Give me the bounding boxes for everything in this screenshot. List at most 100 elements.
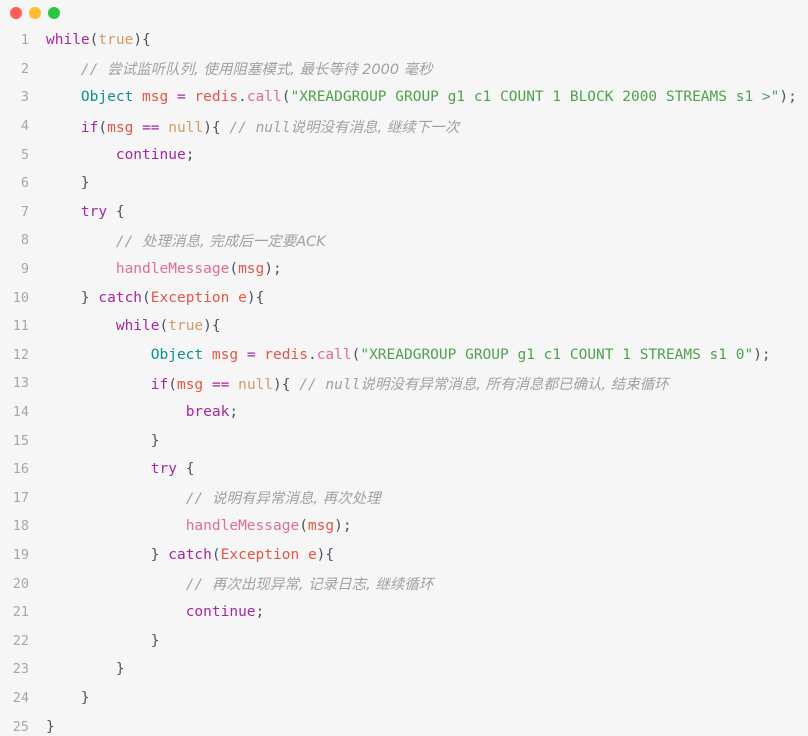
line-number: 8: [20, 232, 29, 249]
line-number: 5: [20, 146, 29, 163]
line-number: 17: [12, 489, 29, 506]
token-pn: [177, 461, 186, 477]
code-line-content[interactable]: // 尝试监听队列, 使用阻塞模式, 最长等待 2000 毫秒: [40, 55, 808, 84]
token-kw: while: [46, 32, 90, 49]
token-pn: }: [150, 432, 160, 449]
close-button-icon[interactable]: [10, 7, 22, 19]
token-pn: .: [307, 346, 317, 363]
token-fn: call: [246, 89, 282, 106]
code-line-content[interactable]: while(true){: [40, 26, 808, 55]
token-cmt: // null: [299, 376, 361, 393]
token-op: ==: [211, 376, 230, 393]
code-line: 12 Object msg = redis.call("XREADGROUP G…: [0, 341, 808, 370]
token-pn: }: [80, 289, 90, 306]
token-cmt-cn: 处理消息, 完成后一定要ACK: [142, 233, 326, 250]
minimize-button-icon[interactable]: [29, 7, 41, 19]
code-line: 15 }: [0, 426, 808, 455]
token-pn: .: [238, 89, 247, 106]
token-pn: [133, 120, 142, 136]
code-line: 11 while(true){: [0, 312, 808, 341]
token-var: redis: [194, 89, 239, 106]
token-cmt-cn: 说明没有异常消息, 所有消息都已确认, 结束循环: [360, 376, 669, 393]
token-pn: [229, 290, 238, 306]
code-line-content[interactable]: } catch(Exception e){: [40, 283, 808, 312]
token-var: msg: [211, 346, 239, 363]
token-kw: continue: [115, 146, 186, 163]
code-line-content[interactable]: Object msg = redis.call("XREADGROUP GROU…: [40, 341, 808, 370]
code-line-content[interactable]: // 处理消息, 完成后一定要ACK: [40, 226, 808, 255]
token-pn: [160, 120, 169, 136]
code-line: 9 handleMessage(msg);: [0, 255, 808, 284]
token-pn: [203, 347, 212, 363]
token-pn: {: [325, 546, 335, 563]
token-pn: [256, 347, 265, 363]
token-pn: ;: [761, 346, 771, 363]
code-line-content[interactable]: handleMessage(msg);: [40, 255, 808, 284]
code-line-content[interactable]: } catch(Exception e){: [40, 541, 808, 570]
code-line-content[interactable]: try {: [40, 455, 808, 484]
code-line-content[interactable]: while(true){: [40, 312, 808, 341]
line-number: 23: [12, 661, 29, 678]
line-number: 20: [12, 575, 29, 592]
code-line-content[interactable]: }: [40, 712, 808, 736]
token-pn: [160, 547, 169, 563]
token-kw: while: [115, 318, 160, 335]
code-line: 17 // 说明有异常消息, 再次处理: [0, 484, 808, 513]
token-pn: ;: [342, 518, 352, 535]
maximize-button-icon[interactable]: [48, 7, 60, 19]
code-line-content[interactable]: break;: [40, 398, 808, 427]
line-number: 7: [20, 203, 29, 220]
token-var: msg: [238, 261, 265, 278]
token-var: msg: [176, 376, 204, 393]
token-pn: ;: [788, 89, 797, 106]
code-line-content[interactable]: }: [40, 655, 808, 684]
token-pn: (: [159, 318, 169, 335]
token-pn: ;: [255, 604, 265, 621]
token-pn: ): [334, 518, 343, 535]
code-line: 16 try {: [0, 455, 808, 484]
token-op: =: [246, 346, 256, 363]
code-line-content[interactable]: }: [40, 684, 808, 713]
code-editor[interactable]: 1 while(true){2 // 尝试监听队列, 使用阻塞模式, 最长等待 2…: [0, 26, 808, 736]
line-number: 18: [12, 518, 29, 535]
token-var: e: [307, 546, 317, 563]
code-line-content[interactable]: }: [40, 169, 808, 198]
token-kw: if: [80, 119, 99, 136]
token-pn: ): [264, 261, 274, 278]
code-line-content[interactable]: Object msg = redis.call("XREADGROUP GROU…: [40, 83, 808, 112]
token-cmt: //: [185, 491, 212, 508]
token-pn: }: [80, 689, 90, 706]
code-line-content[interactable]: handleMessage(msg);: [40, 512, 808, 541]
code-line-content[interactable]: continue;: [40, 598, 808, 627]
token-pn: ): [133, 32, 143, 49]
code-line-content[interactable]: // 再次出现异常, 记录日志, 继续循环: [40, 569, 808, 598]
code-line-content[interactable]: }: [40, 426, 808, 455]
code-line: 3 Object msg = redis.call("XREADGROUP GR…: [0, 83, 808, 112]
token-pn: [238, 347, 247, 363]
token-kw: try: [80, 203, 108, 220]
line-number: 21: [12, 604, 29, 621]
token-cmt: //: [80, 62, 108, 79]
line-number: 3: [20, 89, 29, 106]
code-line-content[interactable]: }: [40, 626, 808, 655]
window-titlebar: [0, 0, 808, 26]
code-line-content[interactable]: try {: [40, 198, 808, 227]
token-cmt: //: [185, 577, 212, 594]
code-line-content[interactable]: continue;: [40, 140, 808, 169]
code-line: 19 } catch(Exception e){: [0, 541, 808, 570]
token-pn: }: [150, 632, 160, 649]
code-line: 18 handleMessage(msg);: [0, 512, 808, 541]
token-var: Exception: [150, 289, 230, 306]
token-pn: }: [46, 718, 55, 735]
token-lit: true: [98, 32, 134, 49]
line-number: 12: [12, 346, 29, 363]
code-line-content[interactable]: // 说明有异常消息, 再次处理: [40, 484, 808, 513]
code-line-content[interactable]: if(msg == null){ // null说明没有异常消息, 所有消息都已…: [40, 369, 808, 398]
code-line-content[interactable]: if(msg == null){ // null说明没有消息, 继续下一次: [40, 112, 808, 141]
